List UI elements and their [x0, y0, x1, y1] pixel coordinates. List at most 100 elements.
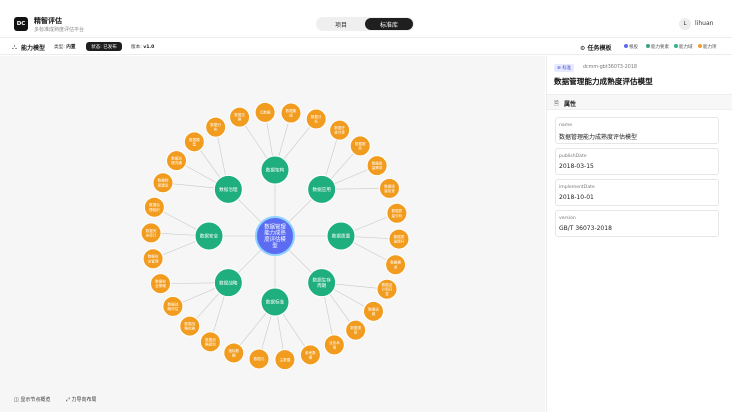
capability-item-node[interactable]: 数据模型: [183, 131, 205, 153]
capability-item-node-label: 数据安: [148, 254, 159, 259]
capability-item-node-label: 指标数: [228, 348, 239, 353]
tab-projects[interactable]: 项目: [317, 18, 365, 30]
capability-item-node[interactable]: 数据设计和开发: [376, 278, 398, 300]
capability-item-node-label: 业务术: [329, 340, 340, 345]
capability-item-node[interactable]: 数据安全管理: [142, 248, 164, 270]
capability-domain-node[interactable]: 数据应用: [307, 174, 337, 204]
version-meta: 版本: v1.0: [131, 45, 155, 50]
capability-item-node-label: 量需求: [372, 165, 383, 170]
capability-item-node-label: 成: [289, 113, 293, 118]
capability-item-node-label: 据: [232, 353, 236, 358]
capability-domain-node[interactable]: 数据标准: [260, 287, 290, 317]
capability-item-node[interactable]: 数据分析: [305, 108, 327, 130]
capability-domain-node[interactable]: 数据战略: [213, 268, 243, 298]
capability-domain-node[interactable]: 数据生存周期: [307, 268, 337, 298]
capability-item-node-label: 数据战: [205, 337, 216, 342]
capability-item-node-label: 型: [193, 141, 197, 146]
capability-item-node-label: 务: [358, 145, 362, 150]
capability-item-node-label: 全策略: [155, 283, 166, 288]
app-subtitle: 多标准成熟度评估平台: [34, 27, 85, 33]
capability-item-node[interactable]: 业务术语: [323, 334, 345, 356]
capability-item-node-label: 数据服: [355, 141, 366, 146]
capability-domain-node[interactable]: 数据质量: [326, 221, 356, 251]
layout-toggle[interactable]: ⤢ 力导向布局: [66, 397, 97, 403]
app-logo[interactable]: DC: [14, 17, 28, 31]
capability-domain-node-label: 周期: [317, 283, 327, 289]
capability-item-node[interactable]: 数据开放共享: [329, 119, 351, 141]
capability-item-node[interactable]: 数据集成: [280, 102, 302, 124]
capability-item-node[interactable]: 数据质量分析: [386, 202, 408, 224]
capability-item-node[interactable]: 数据元: [248, 348, 270, 370]
legend-domain: 能力域: [674, 44, 693, 50]
template-icon: ⚙: [580, 45, 586, 52]
capability-item-node[interactable]: 数据安全审计: [140, 222, 162, 244]
capability-item-node[interactable]: 主数据: [274, 349, 296, 371]
capability-item-node-label: 数据需: [390, 260, 401, 265]
capability-item-node-label: 数据模: [189, 137, 200, 142]
legend-root: 根股: [624, 44, 638, 50]
capability-item-node[interactable]: 数据战略评估: [162, 295, 184, 317]
field-key: implementDate: [559, 185, 595, 190]
toolbar-title: 能力模型: [21, 45, 46, 52]
capability-item-node[interactable]: 数据需求: [385, 254, 407, 276]
capability-item-node[interactable]: 数据交换: [229, 106, 251, 128]
field-name: name 数据管理能力成熟度评估模型: [555, 117, 719, 144]
capability-item-node-label: 析: [314, 119, 318, 124]
capability-item-node[interactable]: 数据质量检查: [378, 177, 400, 199]
capability-item-node[interactable]: 数据治理沟通: [166, 150, 188, 172]
capability-domain-node[interactable]: 数据治理: [213, 174, 243, 204]
capability-domain-node-label: 数据架构: [266, 167, 285, 174]
graph-svg[interactable]: 元数据 数据集成 数据分析数据开放共享数据服务数据质量需求数据质量检查数据质量分析数…: [0, 56, 545, 412]
root-node[interactable]: 数据管理能力成熟度评估模型: [255, 216, 295, 256]
root-node-label: 数据管理: [264, 222, 286, 230]
bottom-controls: ◫ 显示节点概览 ⤢ 力导向布局: [14, 396, 97, 403]
avatar[interactable]: L: [679, 18, 691, 30]
capability-item-node-label: 维: [372, 311, 376, 316]
capability-item-node[interactable]: 数据分布: [205, 116, 227, 138]
section-label: 属性: [564, 101, 577, 108]
capability-item-node-label: 数据开: [334, 125, 345, 130]
legend-dot: [674, 44, 678, 48]
graph-canvas[interactable]: 元数据 数据集成数据分析数据开 放共享 数据服务数据质 量需求 数据质 量检查 数据质 量分析数…: [0, 56, 545, 412]
field-key: publishDate: [559, 154, 587, 159]
capability-item-node-label: 数据集: [286, 108, 297, 113]
legend-dot: [698, 44, 702, 48]
username[interactable]: lihuan: [695, 20, 713, 27]
capability-item-node[interactable]: 数据退役: [345, 319, 367, 341]
capability-item-node[interactable]: 数据战略规划: [199, 331, 221, 353]
tab-standards[interactable]: 标准库: [365, 18, 413, 30]
capability-item-node[interactable]: 数据安全策略: [150, 273, 172, 295]
legend-item: 能力项: [698, 44, 717, 50]
task-template-button[interactable]: ⚙ 任务模板: [580, 43, 612, 52]
capability-item-node[interactable]: 数据服务: [349, 135, 371, 157]
capability-item-node-label: 数据安: [146, 228, 157, 233]
field-implement-date: implementDate 2018-10-01: [555, 179, 719, 206]
capability-item-node[interactable]: 数据质量提升: [388, 228, 410, 250]
capability-item-node[interactable]: 数据质量需求: [366, 155, 388, 177]
capability-item-node[interactable]: 参考数据: [299, 344, 321, 366]
capability-item-node-label: 全管理: [148, 258, 159, 263]
capability-item-node[interactable]: 数据制度建设: [152, 172, 174, 194]
capability-item-node-label: 语: [333, 344, 337, 349]
capability-domain-node[interactable]: 数据架构: [260, 155, 290, 185]
standard-id: dcmm-gbt36073-2018: [583, 65, 637, 70]
root-node-label: 型: [272, 241, 278, 249]
capability-item-node[interactable]: 数据战略实施: [179, 315, 201, 337]
overview-toggle[interactable]: ◫ 显示节点概览: [14, 397, 50, 403]
capability-item-node[interactable]: 指标数据: [223, 342, 245, 364]
capability-domain-node-label: 数据战略: [219, 279, 238, 286]
field-key: version: [559, 216, 576, 221]
capability-item-node-label: 略规划: [205, 341, 216, 346]
standard-title: 数据管理能力成熟度评估模型: [554, 77, 653, 86]
model-toolbar: ⛬ 能力模型 类型: 内置 状态: 已发布 版本: v1.0 ⚙ 任务模板 根股…: [0, 39, 732, 55]
capability-domain-node-label: 数据安全: [200, 233, 219, 240]
capability-domain-node-label: 数据标准: [266, 299, 285, 306]
capability-item-node[interactable]: 数据运维: [362, 300, 384, 322]
capability-item-node[interactable]: 数据治理组织: [143, 196, 165, 218]
capability-item-node[interactable]: 元数据: [254, 101, 276, 123]
capability-item-node-label: 主数据: [280, 357, 291, 362]
capability-item-node-label: 略评估: [168, 306, 179, 311]
capability-domain-node[interactable]: 数据安全: [194, 221, 224, 251]
capability-item-node-label: 全审计: [146, 232, 157, 237]
main-tabs: 项目 标准库: [316, 17, 414, 31]
